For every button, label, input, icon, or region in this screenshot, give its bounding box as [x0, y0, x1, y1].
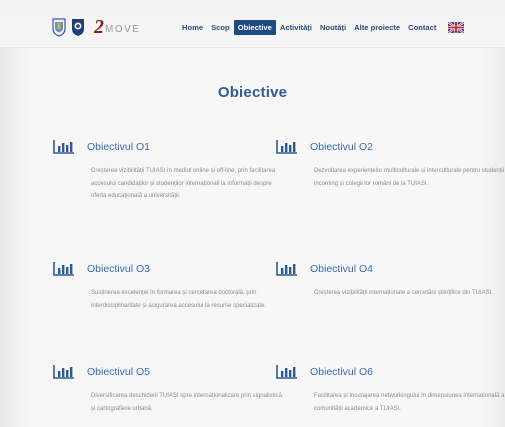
- bar-chart-icon: [53, 140, 74, 154]
- page-title: Obiective: [217, 84, 288, 101]
- move-logo: 2 MOVE: [94, 17, 140, 37]
- objective-6: Obiectivul O6 Facilitarea și încurajarea…: [276, 364, 504, 415]
- objective-title: Obiectivul O6: [310, 366, 374, 378]
- nav-contact[interactable]: Contact: [404, 20, 440, 35]
- objective-title: Obiectivul O2: [310, 141, 374, 153]
- university-crest-icon: [52, 17, 66, 37]
- main-nav: Home Scop Obiective Activități Noutăți A…: [178, 19, 465, 35]
- logo-word: MOVE: [105, 23, 141, 35]
- objective-title: Obiectivul O4: [310, 263, 374, 275]
- bar-chart-icon: [276, 365, 297, 379]
- objective-description: Susținerea excelenței în formarea și cer…: [91, 290, 267, 309]
- objective-description: Diversificarea deschiderii TUIASI spre i…: [91, 393, 282, 412]
- site-header: 2 MOVE Home Scop Obiective Activități No…: [0, 0, 505, 48]
- objective-description: Creșterea vizibilității TUIASI în mediul…: [91, 168, 276, 199]
- objective-description: Creșterea vizibilității internaționale a…: [314, 290, 493, 296]
- objective-description: Dezvoltarea experiențelor multiculturale…: [314, 168, 505, 187]
- logo-group[interactable]: 2 MOVE: [52, 16, 140, 38]
- objective-title: Obiectivul O5: [87, 366, 151, 378]
- logo-number: 2: [94, 16, 104, 38]
- bar-chart-icon: [53, 365, 74, 379]
- objective-title: Obiectivul O3: [87, 263, 151, 275]
- nav-alte-proiecte[interactable]: Alte proiecte: [350, 20, 404, 35]
- uk-flag-icon[interactable]: [448, 21, 465, 33]
- bar-chart-icon: [276, 140, 297, 154]
- objective-title: Obiectivul O1: [87, 141, 151, 153]
- nav-obiective[interactable]: Obiective: [233, 19, 276, 35]
- objective-4: Obiectivul O4 Creșterea vizibilității in…: [276, 261, 493, 300]
- page: 2 MOVE Home Scop Obiective Activități No…: [0, 0, 505, 427]
- nav-scop[interactable]: Scop: [207, 20, 234, 35]
- objective-description: Facilitarea și încurajarea networkingulu…: [314, 393, 505, 412]
- bar-chart-icon: [276, 262, 297, 276]
- nav-noutati[interactable]: Noutăți: [316, 20, 350, 35]
- nav-home[interactable]: Home: [178, 20, 207, 35]
- objective-3: Obiectivul O3 Susținerea excelenței în f…: [53, 261, 266, 312]
- objective-1: Obiectivul O1 Creșterea vizibilității TU…: [53, 139, 275, 203]
- nav-activitati[interactable]: Activități: [276, 20, 316, 35]
- bar-chart-icon: [53, 262, 74, 276]
- faculty-shield-icon: [72, 18, 84, 36]
- objective-5: Obiectivul O5 Diversificarea deschiderii…: [53, 364, 282, 415]
- objective-2: Obiectivul O2 Dezvoltarea experiențelor …: [276, 139, 504, 190]
